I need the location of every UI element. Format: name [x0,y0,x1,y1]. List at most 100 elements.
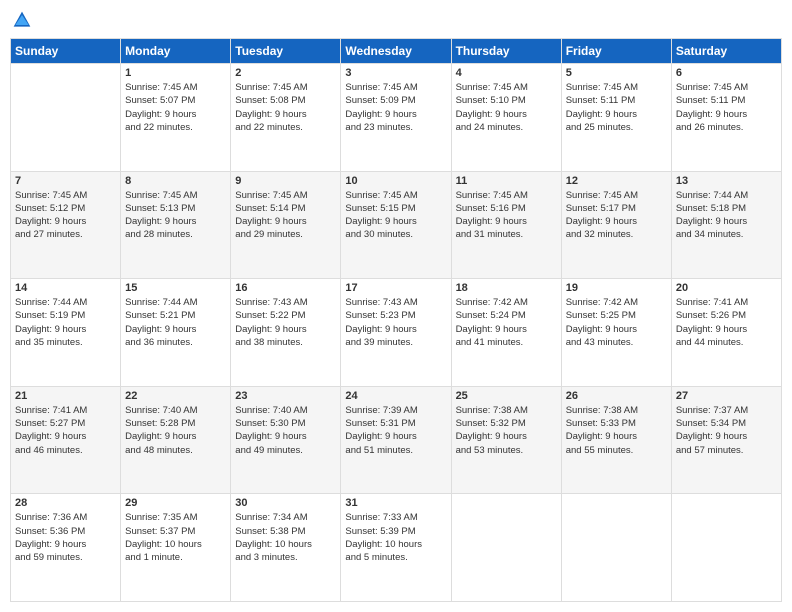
day-number: 8 [125,175,226,187]
calendar-cell: 12 Sunrise: 7:45 AMSunset: 5:17 PMDayligh… [561,171,671,279]
day-number: 30 [235,497,336,509]
day-number: 6 [676,67,777,79]
day-info: Sunrise: 7:45 AMSunset: 5:11 PMDaylight:… [676,81,777,134]
day-number: 10 [345,175,446,187]
day-number: 11 [456,175,557,187]
day-number: 4 [456,67,557,79]
day-info: Sunrise: 7:37 AMSunset: 5:34 PMDaylight:… [676,404,777,457]
calendar-cell: 11Sunrise: 7:45 AMSunset: 5:16 PMDayligh… [451,171,561,279]
calendar-cell: 18Sunrise: 7:42 AMSunset: 5:24 PMDayligh… [451,279,561,387]
weekday-sunday: Sunday [11,39,121,64]
day-number: 29 [125,497,226,509]
day-info: Sunrise: 7:45 AMSunset: 5:12 PMDaylight:… [15,189,116,242]
calendar-cell: 2 Sunrise: 7:45 AMSunset: 5:08 PMDaylight… [231,64,341,172]
calendar-cell: 30 Sunrise: 7:34 AMSunset: 5:38 PMDayligh… [231,494,341,602]
day-number: 24 [345,390,446,402]
day-info: Sunrise: 7:45 AMSunset: 5:14 PMDaylight:… [235,189,336,242]
calendar-cell: 31Sunrise: 7:33 AMSunset: 5:39 PMDayligh… [341,494,451,602]
calendar-cell: 28 Sunrise: 7:36 AMSunset: 5:36 PMDayligh… [11,494,121,602]
calendar-cell [11,64,121,172]
day-number: 18 [456,282,557,294]
day-number: 19 [566,282,667,294]
day-info: Sunrise: 7:36 AMSunset: 5:36 PMDaylight:… [15,511,116,564]
logo-icon [12,10,32,30]
weekday-thursday: Thursday [451,39,561,64]
day-info: Sunrise: 7:43 AMSunset: 5:23 PMDaylight:… [345,296,446,349]
day-number: 9 [235,175,336,187]
day-info: Sunrise: 7:45 AMSunset: 5:10 PMDaylight:… [456,81,557,134]
day-number: 27 [676,390,777,402]
header [10,10,782,30]
day-info: Sunrise: 7:45 AMSunset: 5:17 PMDaylight:… [566,189,667,242]
calendar-cell: 23 Sunrise: 7:40 AMSunset: 5:30 PMDayligh… [231,386,341,494]
calendar-table: SundayMondayTuesdayWednesdayThursdayFrid… [10,38,782,602]
day-info: Sunrise: 7:45 AMSunset: 5:13 PMDaylight:… [125,189,226,242]
day-info: Sunrise: 7:45 AMSunset: 5:09 PMDaylight:… [345,81,446,134]
day-number: 26 [566,390,667,402]
day-number: 21 [15,390,116,402]
day-info: Sunrise: 7:44 AMSunset: 5:19 PMDaylight:… [15,296,116,349]
day-info: Sunrise: 7:35 AMSunset: 5:37 PMDaylight:… [125,511,226,564]
week-row-3: 21 Sunrise: 7:41 AMSunset: 5:27 PMDayligh… [11,386,782,494]
calendar-cell: 25Sunrise: 7:38 AMSunset: 5:32 PMDayligh… [451,386,561,494]
calendar-cell [451,494,561,602]
day-info: Sunrise: 7:45 AMSunset: 5:08 PMDaylight:… [235,81,336,134]
weekday-friday: Friday [561,39,671,64]
logo [10,10,32,30]
day-number: 1 [125,67,226,79]
day-number: 25 [456,390,557,402]
calendar-cell: 7 Sunrise: 7:45 AMSunset: 5:12 PMDaylight… [11,171,121,279]
calendar-cell: 6 Sunrise: 7:45 AMSunset: 5:11 PMDaylight… [671,64,781,172]
calendar-cell: 13 Sunrise: 7:44 AMSunset: 5:18 PMDayligh… [671,171,781,279]
day-info: Sunrise: 7:34 AMSunset: 5:38 PMDaylight:… [235,511,336,564]
calendar-cell: 1 Sunrise: 7:45 AMSunset: 5:07 PMDaylight… [121,64,231,172]
calendar-cell: 27 Sunrise: 7:37 AMSunset: 5:34 PMDayligh… [671,386,781,494]
day-number: 13 [676,175,777,187]
day-number: 2 [235,67,336,79]
calendar-cell: 26 Sunrise: 7:38 AMSunset: 5:33 PMDayligh… [561,386,671,494]
day-info: Sunrise: 7:41 AMSunset: 5:27 PMDaylight:… [15,404,116,457]
weekday-tuesday: Tuesday [231,39,341,64]
calendar-cell: 17 Sunrise: 7:43 AMSunset: 5:23 PMDayligh… [341,279,451,387]
day-info: Sunrise: 7:40 AMSunset: 5:30 PMDaylight:… [235,404,336,457]
day-info: Sunrise: 7:45 AMSunset: 5:11 PMDaylight:… [566,81,667,134]
day-number: 12 [566,175,667,187]
day-info: Sunrise: 7:44 AMSunset: 5:21 PMDaylight:… [125,296,226,349]
calendar-cell: 10 Sunrise: 7:45 AMSunset: 5:15 PMDayligh… [341,171,451,279]
day-number: 17 [345,282,446,294]
weekday-monday: Monday [121,39,231,64]
calendar-cell: 24 Sunrise: 7:39 AMSunset: 5:31 PMDayligh… [341,386,451,494]
day-info: Sunrise: 7:43 AMSunset: 5:22 PMDaylight:… [235,296,336,349]
day-info: Sunrise: 7:40 AMSunset: 5:28 PMDaylight:… [125,404,226,457]
calendar-cell: 19Sunrise: 7:42 AMSunset: 5:25 PMDayligh… [561,279,671,387]
weekday-saturday: Saturday [671,39,781,64]
week-row-2: 14Sunrise: 7:44 AMSunset: 5:19 PMDayligh… [11,279,782,387]
weekday-header-row: SundayMondayTuesdayWednesdayThursdayFrid… [11,39,782,64]
calendar-cell: 14Sunrise: 7:44 AMSunset: 5:19 PMDayligh… [11,279,121,387]
calendar-cell: 22 Sunrise: 7:40 AMSunset: 5:28 PMDayligh… [121,386,231,494]
page: SundayMondayTuesdayWednesdayThursdayFrid… [0,0,792,612]
day-number: 16 [235,282,336,294]
day-info: Sunrise: 7:38 AMSunset: 5:33 PMDaylight:… [566,404,667,457]
day-info: Sunrise: 7:45 AMSunset: 5:07 PMDaylight:… [125,81,226,134]
calendar-cell: 9 Sunrise: 7:45 AMSunset: 5:14 PMDaylight… [231,171,341,279]
day-number: 28 [15,497,116,509]
week-row-0: 1 Sunrise: 7:45 AMSunset: 5:07 PMDaylight… [11,64,782,172]
calendar-cell: 21 Sunrise: 7:41 AMSunset: 5:27 PMDayligh… [11,386,121,494]
day-info: Sunrise: 7:44 AMSunset: 5:18 PMDaylight:… [676,189,777,242]
day-number: 15 [125,282,226,294]
day-info: Sunrise: 7:39 AMSunset: 5:31 PMDaylight:… [345,404,446,457]
calendar-cell: 4 Sunrise: 7:45 AMSunset: 5:10 PMDaylight… [451,64,561,172]
calendar-cell: 20Sunrise: 7:41 AMSunset: 5:26 PMDayligh… [671,279,781,387]
day-info: Sunrise: 7:45 AMSunset: 5:15 PMDaylight:… [345,189,446,242]
day-info: Sunrise: 7:41 AMSunset: 5:26 PMDaylight:… [676,296,777,349]
day-number: 22 [125,390,226,402]
day-number: 23 [235,390,336,402]
calendar-cell [561,494,671,602]
day-info: Sunrise: 7:33 AMSunset: 5:39 PMDaylight:… [345,511,446,564]
calendar-cell: 3Sunrise: 7:45 AMSunset: 5:09 PMDaylight… [341,64,451,172]
calendar-cell: 5Sunrise: 7:45 AMSunset: 5:11 PMDaylight… [561,64,671,172]
week-row-1: 7 Sunrise: 7:45 AMSunset: 5:12 PMDaylight… [11,171,782,279]
weekday-wednesday: Wednesday [341,39,451,64]
day-number: 7 [15,175,116,187]
